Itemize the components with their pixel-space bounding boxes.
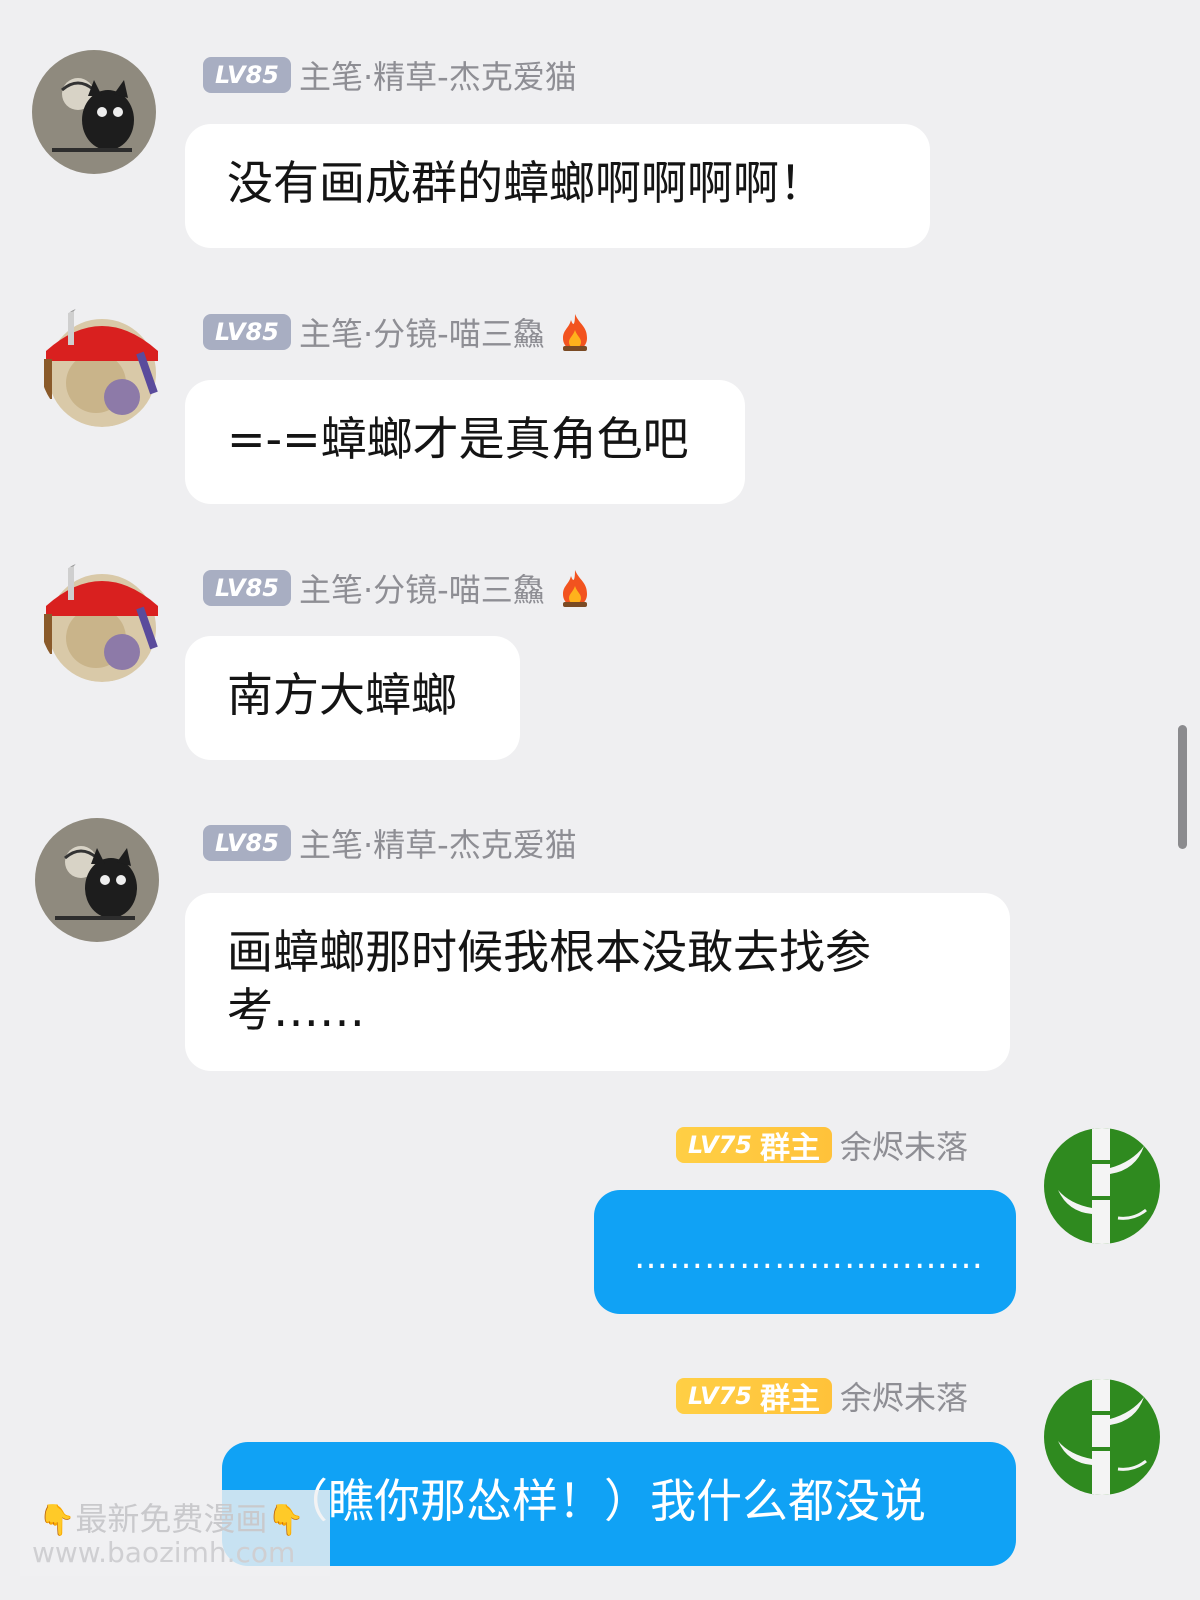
level-text: LV75: [688, 1131, 752, 1159]
avatar-bamboo-user[interactable]: [1044, 1128, 1160, 1244]
avatar-cat-user[interactable]: [35, 818, 159, 942]
message-meta: LV85 主笔·精草 -杰克爱猫: [203, 52, 577, 98]
sender-name[interactable]: 余烬未落: [840, 1122, 968, 1168]
level-badge: LV75 群主: [676, 1127, 832, 1166]
avatar-pirate-user[interactable]: [40, 303, 164, 427]
avatar-bamboo-user[interactable]: [1044, 1379, 1160, 1495]
message-bubble[interactable]: =-=蟑螂才是真角色吧: [185, 380, 745, 504]
message-text: （瞧你那怂样！）我什么都没说: [282, 1474, 926, 1528]
fire-icon: [562, 570, 587, 607]
role-label: 主笔·精草: [298, 58, 438, 96]
message-text: 画蟑螂那时候我根本没敢去找参: [227, 925, 871, 979]
fire-icon: [562, 314, 587, 351]
message-meta: LV85 主笔·分镜 -喵三鱻: [203, 309, 593, 355]
sender-name[interactable]: -杰克爱猫: [437, 820, 577, 866]
watermark-url: www.baozimh.com: [32, 1536, 296, 1569]
role-label: 群主: [759, 1131, 820, 1166]
message-text: …………………………: [634, 1237, 984, 1277]
pointing-down-icon: 👇: [267, 1503, 305, 1538]
sender-name[interactable]: -喵三鱻: [437, 309, 545, 355]
watermark: 👇最新免费漫画👇 www.baozimh.com: [20, 1490, 330, 1576]
message-text: 南方大蟑螂: [227, 668, 457, 722]
message-meta: LV85 主笔·分镜 -喵三鱻: [203, 565, 593, 611]
message-text: =-=蟑螂才是真角色吧: [227, 412, 689, 466]
message-bubble[interactable]: …………………………: [594, 1190, 1016, 1314]
avatar-cat-user[interactable]: [32, 50, 156, 174]
level-badge: LV85: [203, 825, 291, 861]
message-meta: LV85 主笔·精草 -杰克爱猫: [203, 820, 577, 866]
avatar-pirate-user[interactable]: [40, 558, 164, 682]
sender-name[interactable]: -杰克爱猫: [437, 52, 577, 98]
message-bubble[interactable]: 画蟑螂那时候我根本没敢去找参 考……: [185, 893, 1010, 1071]
role-label: 群主: [759, 1382, 820, 1417]
level-badge: LV85: [203, 57, 291, 93]
message-text: 没有画成群的蟑螂啊啊啊啊！: [227, 156, 825, 210]
level-badge: LV85: [203, 314, 291, 350]
watermark-text: 最新免费漫画: [75, 1500, 268, 1538]
message-bubble[interactable]: 南方大蟑螂: [185, 636, 520, 760]
watermark-line1: 👇最新免费漫画👇: [38, 1494, 305, 1540]
sender-name[interactable]: -喵三鱻: [437, 565, 545, 611]
level-badge: LV75 群主: [676, 1378, 832, 1417]
message-meta: LV75 群主 余烬未落: [676, 1373, 968, 1419]
message-bubble[interactable]: （瞧你那怂样！）我什么都没说: [222, 1442, 1016, 1566]
message-bubble[interactable]: 没有画成群的蟑螂啊啊啊啊！: [185, 124, 930, 248]
level-text: LV75: [688, 1382, 752, 1410]
level-badge: LV85: [203, 570, 291, 606]
message-meta: LV75 群主 余烬未落: [676, 1122, 968, 1168]
scrollbar[interactable]: [1178, 725, 1187, 849]
message-text: 考……: [227, 983, 365, 1037]
role-label: 主笔·精草: [298, 826, 438, 864]
role-label: 主笔·分镜: [298, 315, 438, 353]
role-label: 主笔·分镜: [298, 571, 438, 609]
sender-name[interactable]: 余烬未落: [840, 1373, 968, 1419]
pointing-down-icon: 👇: [38, 1503, 76, 1538]
